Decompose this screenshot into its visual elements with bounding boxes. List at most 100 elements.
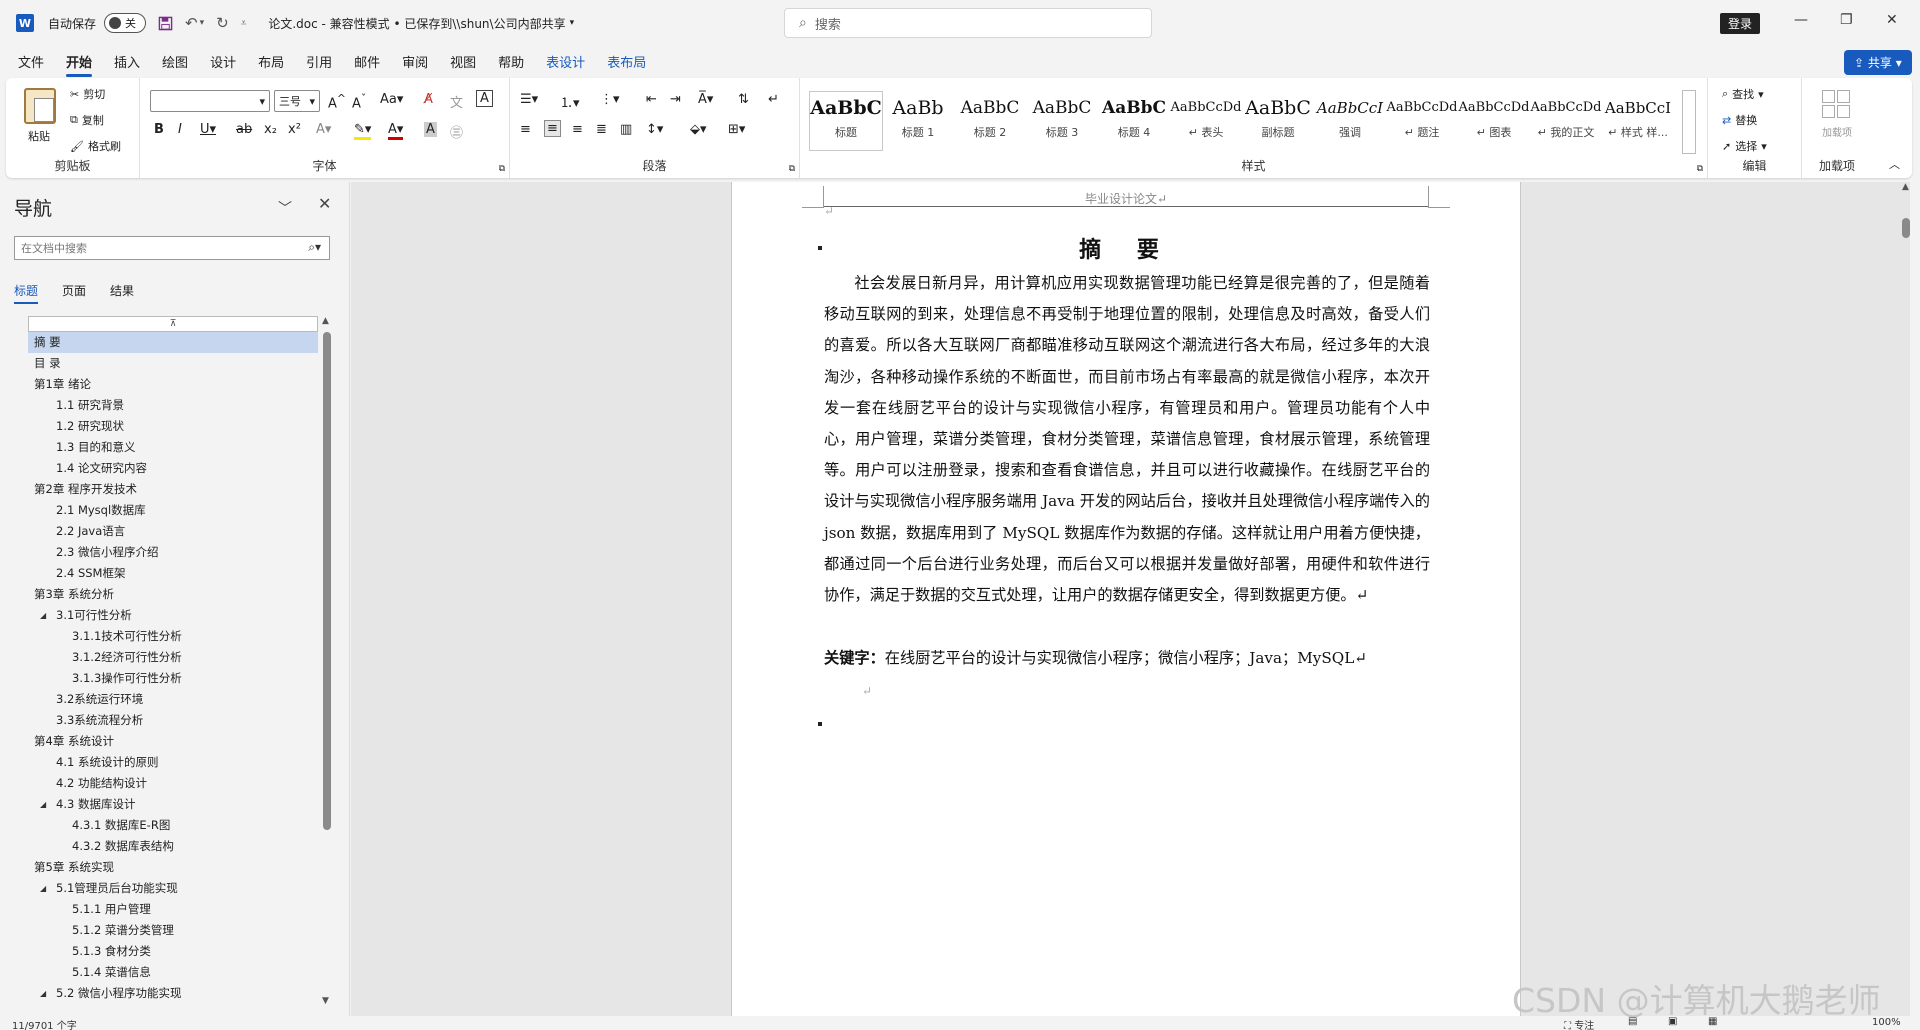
nav-heading-item[interactable]: ◢第3章 系统分析 (28, 584, 318, 605)
search-input[interactable]: ⌕ 搜索 (784, 8, 1152, 38)
phonetic-guide-icon[interactable]: 文 (450, 92, 463, 111)
tab-mailings[interactable]: 邮件 (354, 52, 380, 71)
tab-table-layout[interactable]: 表布局 (607, 52, 646, 71)
word-count[interactable]: 11/9701 个字 (12, 1017, 77, 1030)
font-name-combo[interactable]: ▾ (150, 90, 270, 112)
tab-layout[interactable]: 布局 (258, 52, 284, 71)
strikethrough-icon[interactable]: ab (236, 122, 252, 137)
dialog-launcher-icon[interactable]: ⧉ (1697, 164, 1703, 174)
nav-heading-item[interactable]: 2.3 微信小程序介绍 (28, 542, 318, 563)
chevron-down-icon[interactable]: ﹀ (278, 198, 292, 218)
expand-triangle-icon[interactable]: ◢ (40, 983, 46, 1004)
superscript-icon[interactable]: x² (288, 122, 301, 137)
format-painter-button[interactable]: 🖌 格式刷 (70, 138, 121, 154)
addins-button[interactable]: 加载项 (1822, 124, 1852, 139)
word-icon[interactable]: W (16, 14, 34, 32)
style-subtitle[interactable]: AaBbC 副标题 (1242, 92, 1314, 150)
shading-icon[interactable]: ⬙▾ (690, 122, 707, 137)
document-page[interactable]: 毕业设计论文↵ ↵ 摘 要 社会发展日新月异，用计算机应用实现数据管理功能已经算… (731, 182, 1521, 1016)
nav-heading-item[interactable]: ◢ 5.2 微信小程序功能实现 (28, 983, 318, 1004)
style-heading-1[interactable]: AaBb 标题 1 (882, 92, 954, 150)
tab-review[interactable]: 审阅 (402, 52, 428, 71)
minimize-icon[interactable]: — (1794, 12, 1808, 28)
document-scroll-thumb[interactable] (1902, 218, 1910, 238)
numbering-icon[interactable]: ⒈▾ (560, 92, 580, 111)
shrink-font-icon[interactable]: Aˇ (352, 92, 366, 111)
nav-heading-item[interactable]: 3.1.2经济可行性分析 (28, 647, 318, 668)
bold-icon[interactable]: B (154, 122, 164, 137)
align-right-icon[interactable]: ≡ (572, 122, 583, 137)
underline-icon[interactable]: U▾ (200, 122, 216, 137)
tab-view[interactable]: 视图 (450, 52, 476, 71)
close-icon[interactable]: ✕ (318, 194, 331, 213)
nav-heading-item[interactable]: 5.1.3 食材分类 (28, 941, 318, 962)
line-spacing-icon[interactable]: ↕▾ (646, 122, 663, 137)
document-title[interactable]: 论文.doc - 兼容性模式 • 已保存到\\shun\公司内部共享 ▾ (268, 15, 574, 32)
nav-heading-item[interactable]: 4.1 系统设计的原则 (28, 752, 318, 773)
copy-button[interactable]: ⧉ 复制 (70, 112, 104, 128)
chinese-layout-icon[interactable]: A̅▾ (698, 92, 713, 107)
style-table-header[interactable]: AaBbCcDd ↵ 表头 (1170, 92, 1242, 150)
nav-heading-item[interactable]: ◢第2章 程序开发技术 (28, 479, 318, 500)
undo-icon[interactable]: ↶ (185, 14, 198, 32)
styles-gallery-scroll[interactable] (1682, 90, 1696, 154)
redo-icon[interactable]: ↻ (216, 14, 229, 32)
nav-heading-item[interactable]: 1.3 目的和意义 (28, 437, 318, 458)
nav-heading-item[interactable]: ◢第1章 绪论 (28, 374, 318, 395)
nav-scroll-thumb[interactable] (323, 332, 331, 830)
nav-heading-item[interactable]: 2.4 SSM框架 (28, 563, 318, 584)
nav-heading-item[interactable]: 摘 要 (28, 332, 318, 353)
nav-heading-item[interactable]: 1.2 研究现状 (28, 416, 318, 437)
undo-dropdown-icon[interactable]: ▾ (200, 18, 205, 28)
style-heading-2[interactable]: AaBbC 标题 2 (954, 92, 1026, 150)
nav-scrollbar[interactable]: ▲ ▼ (322, 316, 332, 1006)
expand-triangle-icon[interactable]: ◢ (40, 605, 46, 626)
save-icon[interactable] (158, 16, 173, 31)
paste-button[interactable]: 粘贴 (28, 128, 50, 144)
nav-heading-item[interactable]: 3.2系统运行环境 (28, 689, 318, 710)
nav-heading-item[interactable]: 1.4 论文研究内容 (28, 458, 318, 479)
tab-headings[interactable]: 标题 (14, 282, 39, 304)
nav-heading-item[interactable]: 4.3.2 数据库表结构 (28, 836, 318, 857)
tab-table-design[interactable]: 表设计 (546, 52, 585, 71)
nav-heading-item[interactable]: ◢ 4.3 数据库设计 (28, 794, 318, 815)
distributed-icon[interactable]: ▥ (620, 122, 632, 137)
tab-design[interactable]: 设计 (210, 52, 236, 71)
expand-triangle-icon[interactable]: ◢ (40, 794, 46, 815)
nav-heading-item[interactable]: 3.1.3操作可行性分析 (28, 668, 318, 689)
dialog-launcher-icon[interactable]: ⧉ (789, 164, 795, 174)
collapse-all-icon[interactable]: ⊼ (28, 316, 318, 332)
style-heading-4[interactable]: AaBbC 标题 4 (1098, 92, 1170, 150)
increase-indent-icon[interactable]: ⇥ (670, 92, 681, 107)
align-center-icon[interactable]: ≡ (544, 120, 561, 137)
close-window-icon[interactable]: ✕ (1886, 12, 1898, 28)
expand-triangle-icon[interactable]: ◢ (40, 878, 46, 899)
tab-results[interactable]: 结果 (110, 282, 134, 304)
style-emphasis[interactable]: AaBbCcI 强调 (1314, 92, 1386, 150)
style-heading-3[interactable]: AaBbC 标题 3 (1026, 92, 1098, 150)
sort-icon[interactable]: ⇅ (738, 92, 749, 107)
tab-home[interactable]: 开始 (66, 52, 93, 77)
customize-toolbar-icon[interactable]: ⩡ (241, 18, 247, 29)
share-button[interactable]: ⇪ 共享 ▾ (1844, 50, 1912, 75)
nav-heading-item[interactable]: 3.1.1技术可行性分析 (28, 626, 318, 647)
italic-icon[interactable]: I (178, 122, 182, 137)
select-button[interactable]: ➚ 选择 ▾ (1722, 138, 1767, 154)
font-color-icon[interactable]: A▾ (388, 122, 404, 140)
restore-icon[interactable]: ❐ (1840, 12, 1853, 28)
nav-heading-item[interactable]: 目 录 (28, 353, 318, 374)
enclose-character-icon[interactable]: ㊂ (450, 122, 463, 141)
nav-heading-item[interactable]: 3.3系统流程分析 (28, 710, 318, 731)
tab-references[interactable]: 引用 (306, 52, 332, 71)
search-icon[interactable]: ⌕▾ (308, 240, 321, 255)
font-size-combo[interactable]: 三号 ▾ (274, 90, 320, 112)
style-chart[interactable]: AaBbCcDd ↵ 图表 (1458, 92, 1530, 150)
tab-draw[interactable]: 绘图 (162, 52, 188, 71)
addins-icon[interactable] (1822, 90, 1850, 118)
nav-heading-item[interactable]: ◢ 5.1管理员后台功能实现 (28, 878, 318, 899)
multilevel-list-icon[interactable]: ⋮▾ (600, 92, 620, 107)
style-title[interactable]: AaBbC 标题 (809, 91, 883, 151)
nav-heading-item[interactable]: 1.1 研究背景 (28, 395, 318, 416)
tab-insert[interactable]: 插入 (114, 52, 140, 71)
nav-heading-item[interactable]: 4.2 功能结构设计 (28, 773, 318, 794)
